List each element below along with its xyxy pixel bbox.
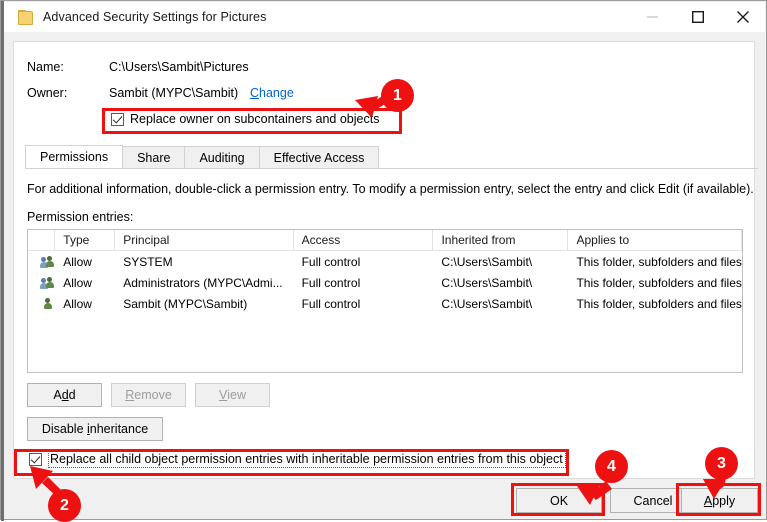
column-header-type[interactable]: Type [55, 230, 116, 250]
row-inherited-from: C:\Users\Sambit\ [441, 296, 533, 311]
column-header-access[interactable]: Access [294, 230, 434, 250]
row-icon-cell [28, 276, 55, 290]
replace-children-focus-rect: Replace all child object permission entr… [48, 450, 566, 468]
tab-auditing[interactable]: Auditing [184, 146, 260, 169]
change-owner-link-rest: hange [259, 86, 294, 100]
replace-children-checkbox-box[interactable] [29, 452, 42, 466]
row-applies-to: This folder, subfolders and files [576, 296, 742, 311]
view-button[interactable]: View [195, 383, 270, 407]
disable-inheritance-post: nheritance [89, 422, 149, 436]
table-row[interactable]: Allow Administrators (MYPC\Admi... Full … [28, 272, 742, 293]
permission-entries-label: Permission entries: [27, 210, 134, 224]
tab-effective-access[interactable]: Effective Access [258, 146, 380, 169]
permission-entries-list[interactable]: Type Principal Access Inherited from App… [27, 229, 743, 373]
table-row[interactable]: Allow SYSTEM Full control C:\Users\Sambi… [28, 251, 742, 272]
tab-share[interactable]: Share [122, 146, 186, 169]
ok-button[interactable]: OK [516, 488, 602, 513]
remove-button[interactable]: Remove [111, 383, 186, 407]
row-applies-to: This folder, subfolders and files [576, 275, 742, 290]
close-button[interactable] [720, 2, 765, 32]
replace-owner-checkbox-box[interactable] [111, 112, 124, 126]
disable-inheritance-pre: Disable [41, 422, 87, 436]
replace-owner-checkbox[interactable]: Replace owner on subcontainers and objec… [111, 112, 379, 126]
column-header-principal[interactable]: Principal [115, 230, 294, 250]
row-icon-cell [28, 297, 55, 311]
row-principal: Administrators (MYPC\Admi... [123, 275, 283, 290]
window-controls [630, 2, 765, 32]
apply-button[interactable]: Apply [681, 488, 758, 513]
replace-children-checkbox-label: Replace all child object permission entr… [50, 452, 563, 466]
remove-button-label-rest: emove [134, 388, 172, 402]
row-icon-cell [28, 255, 55, 269]
replace-owner-checkbox-label: Replace owner on subcontainers and objec… [130, 112, 380, 126]
replace-children-checkbox[interactable]: Replace all child object permission entr… [29, 450, 566, 468]
add-button[interactable]: Add [27, 383, 102, 407]
name-value: C:\Users\Sambit\Pictures [109, 60, 249, 74]
add-button-label-post: d [68, 388, 76, 402]
row-type: Allow [63, 296, 92, 311]
title-bar: Advanced Security Settings for Pictures [4, 2, 765, 32]
table-row[interactable]: Allow Sambit (MYPC\Sambit) Full control … [28, 293, 742, 314]
tab-strip-underline [25, 168, 758, 169]
tab-strip: Permissions Share Auditing Effective Acc… [25, 145, 743, 169]
row-applies-to: This folder, subfolders and files [576, 254, 742, 269]
minimize-button[interactable] [630, 2, 675, 32]
row-principal: SYSTEM [123, 254, 173, 269]
tab-permissions[interactable]: Permissions [25, 145, 124, 169]
list-header-row: Type Principal Access Inherited from App… [28, 230, 742, 251]
owner-label: Owner: [27, 86, 68, 100]
user-icon [41, 297, 55, 311]
window-left-edge [1, 1, 4, 521]
row-inherited-from: C:\Users\Sambit\ [441, 275, 533, 290]
screenshot-root: Advanced Security Settings for Pictures [0, 0, 767, 522]
owner-value: Sambit (MYPC\Sambit) [109, 86, 239, 100]
row-inherited-from: C:\Users\Sambit\ [441, 254, 533, 269]
row-access: Full control [301, 296, 361, 311]
row-type: Allow [63, 275, 92, 290]
add-button-label-pre: A [53, 388, 62, 402]
content-panel: Name: C:\Users\Sambit\Pictures Owner: Sa… [13, 41, 758, 479]
row-principal: Sambit (MYPC\Sambit) [123, 296, 248, 311]
name-label: Name: [27, 60, 64, 74]
dialog-window: Advanced Security Settings for Pictures [0, 0, 767, 521]
column-header-applies-to[interactable]: Applies to [568, 230, 742, 250]
group-icon [40, 276, 55, 290]
row-access: Full control [301, 254, 361, 269]
column-header-inherited-from[interactable]: Inherited from [433, 230, 569, 250]
column-header-icon[interactable] [28, 230, 56, 250]
disable-inheritance-button[interactable]: Disable i nheritance [27, 417, 163, 441]
row-access: Full control [301, 275, 361, 290]
row-type: Allow [63, 254, 92, 269]
apply-button-label-rest: pply [712, 493, 736, 508]
folder-icon [17, 10, 33, 25]
window-title: Advanced Security Settings for Pictures [43, 10, 267, 24]
change-owner-link[interactable]: Change [250, 86, 294, 100]
maximize-button[interactable] [675, 2, 720, 32]
group-icon [40, 255, 55, 269]
view-button-label-rest: iew [227, 388, 247, 402]
description-text: For additional information, double-click… [27, 182, 754, 196]
